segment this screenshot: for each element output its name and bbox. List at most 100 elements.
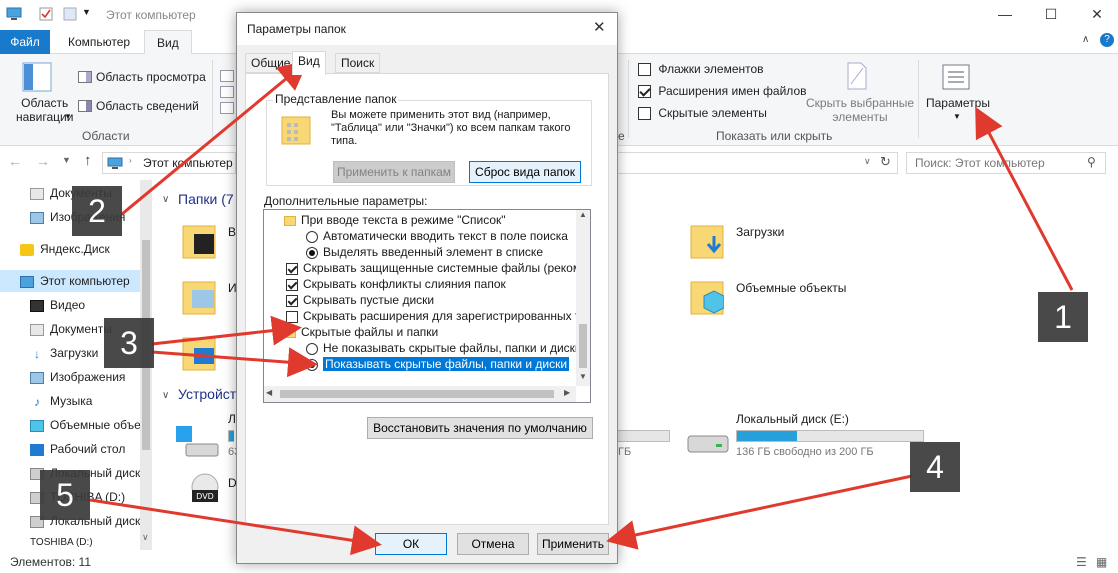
help-icon[interactable]: ? xyxy=(1100,33,1114,47)
search-input[interactable]: Поиск: Этот компьютер ⚲ xyxy=(906,152,1106,174)
sidebar-item-label: Видео xyxy=(50,298,86,312)
layout-icon[interactable] xyxy=(220,86,234,98)
refresh-icon[interactable]: ↻ xyxy=(880,154,891,170)
scrollbar-thumb[interactable] xyxy=(579,324,587,368)
checkbox-icon xyxy=(638,107,651,121)
show-hide-group-label: Показать или скрыть xyxy=(716,129,833,143)
sidebar-item-documents[interactable]: Документы xyxy=(30,318,112,340)
sidebar-item-this-pc[interactable]: Этот компьютер xyxy=(0,270,152,292)
sidebar-item-pictures[interactable]: Изображения xyxy=(30,366,125,388)
hide-selected-button[interactable]: Скрыть выбранные элементы xyxy=(806,96,914,124)
tab-view[interactable]: Вид xyxy=(292,51,326,75)
folder-label-3d-objects[interactable]: Объемные объекты xyxy=(736,281,846,295)
checkbox-icon[interactable] xyxy=(286,310,298,323)
folders-section-header[interactable]: Папки (7 xyxy=(178,191,234,207)
apply-button[interactable]: Применить xyxy=(537,533,609,555)
tree-radio-item[interactable]: Не показывать скрытые файлы, папки и дис… xyxy=(306,340,582,356)
address-dropdown-icon[interactable]: ∨ xyxy=(864,156,871,167)
layout-icon[interactable] xyxy=(220,102,234,114)
tab-computer[interactable]: Компьютер xyxy=(56,30,142,54)
checkbox-checked-icon[interactable] xyxy=(286,262,298,275)
scroll-right-icon[interactable]: ▶ xyxy=(564,388,570,397)
up-arrow-icon[interactable]: ↑ xyxy=(84,152,92,169)
ribbon-collapse-icon[interactable]: ∧ xyxy=(1082,34,1089,45)
tree-checkbox-item[interactable]: Скрывать пустые диски xyxy=(286,292,434,308)
downloads-folder-icon[interactable] xyxy=(690,220,724,260)
sidebar-item-video[interactable]: Видео xyxy=(30,294,85,316)
back-arrow-icon[interactable]: ← xyxy=(8,153,22,169)
file-extensions-checkbox[interactable]: Расширения имен файлов xyxy=(638,84,807,99)
scroll-down-icon[interactable]: ∨ xyxy=(142,532,149,543)
recent-dropdown-icon[interactable]: ▼ xyxy=(62,155,71,165)
3d-objects-folder-icon[interactable] xyxy=(690,276,725,316)
restore-defaults-button[interactable]: Восстановить значения по умолчанию xyxy=(367,417,593,439)
address-bar[interactable]: › Этот компьютер xyxy=(102,152,236,174)
minimize-button[interactable]: — xyxy=(990,6,1020,24)
options-button[interactable]: Параметры xyxy=(926,96,990,110)
desktop-folder-icon[interactable] xyxy=(182,332,216,372)
windows-drive-icon[interactable] xyxy=(174,424,222,465)
folder-views-description: Вы можете применить этот вид (например, … xyxy=(331,109,571,147)
qat-dropdown-icon[interactable]: ▼ xyxy=(82,7,98,21)
scroll-down-icon[interactable]: ▼ xyxy=(579,372,587,381)
tree-checkbox-item[interactable]: Скрывать защищенные системные файлы (рек… xyxy=(286,260,590,276)
pictures-folder-icon[interactable] xyxy=(182,276,216,316)
preview-pane-button[interactable]: Область просмотра xyxy=(96,70,206,84)
tree-scrollbar[interactable]: ▲ ▼ xyxy=(576,210,590,386)
tab-file[interactable]: Файл xyxy=(0,30,50,54)
tree-hscrollbar[interactable]: ◀ ▶ xyxy=(264,386,576,402)
tree-checkbox-item[interactable]: Скрывать конфликты слияния папок xyxy=(286,276,506,292)
chevron-down-icon[interactable]: ∨ xyxy=(162,390,169,401)
layout-icon[interactable] xyxy=(220,70,234,82)
drive-icon[interactable] xyxy=(686,432,730,459)
ok-button[interactable]: ОК xyxy=(375,533,447,555)
sidebar-item-yandex-disk[interactable]: Яндекс.Диск xyxy=(20,238,110,260)
tab-general[interactable]: Общие xyxy=(245,53,297,73)
reset-folders-button[interactable]: Сброс вида папок xyxy=(469,161,581,183)
scroll-left-icon[interactable]: ◀ xyxy=(266,388,272,397)
drive-label[interactable]: Л xyxy=(228,412,236,426)
new-folder-icon[interactable] xyxy=(62,7,78,21)
sidebar-item-toshiba[interactable]: TOSHIBA (D:) xyxy=(30,538,93,550)
apply-to-folders-button[interactable]: Применить к папкам xyxy=(333,161,455,183)
scroll-up-icon[interactable]: ▲ xyxy=(579,210,587,219)
close-window-button[interactable]: ✕ xyxy=(1082,6,1112,24)
devices-section-header[interactable]: Устройст xyxy=(178,386,236,402)
radio-checked-icon[interactable] xyxy=(306,246,318,259)
item-checkboxes-checkbox[interactable]: Флажки элементов xyxy=(638,62,764,77)
tab-search[interactable]: Поиск xyxy=(335,53,381,73)
tree-checkbox-item[interactable]: Скрывать расширения для зарегистрированн… xyxy=(286,308,590,324)
sidebar-item-desktop[interactable]: Рабочий стол xyxy=(30,438,125,460)
chevron-down-icon[interactable]: ∨ xyxy=(162,194,169,205)
dvd-drive-icon[interactable]: DVD xyxy=(188,472,222,509)
sidebar-item-3d-objects[interactable]: Объемные объекты xyxy=(30,414,140,436)
tree-radio-item-selected[interactable]: Показывать скрытые файлы, папки и диски xyxy=(306,356,570,372)
large-icons-view-icon[interactable]: ▦ xyxy=(1096,555,1107,569)
hidden-items-checkbox[interactable]: Скрытые элементы xyxy=(638,106,767,121)
checkbox-checked-icon[interactable] xyxy=(286,294,298,307)
details-pane-button[interactable]: Область сведений xyxy=(96,99,199,113)
maximize-button[interactable]: ☐ xyxy=(1036,6,1066,24)
tab-view[interactable]: Вид xyxy=(144,30,192,55)
breadcrumb-path[interactable]: Этот компьютер xyxy=(143,156,233,170)
tree-radio-item[interactable]: Автоматически вводить текст в поле поиск… xyxy=(306,228,568,244)
tree-radio-item[interactable]: Выделять введенный элемент в списке xyxy=(306,244,543,260)
folder-label-downloads[interactable]: Загрузки xyxy=(736,225,784,239)
videos-folder-icon[interactable] xyxy=(182,220,216,260)
radio-checked-icon[interactable] xyxy=(306,358,318,371)
address-bar-tail[interactable]: ∨ ↻ xyxy=(618,152,898,174)
radio-icon[interactable] xyxy=(306,342,318,355)
dialog-close-button[interactable]: ✕ xyxy=(593,18,606,36)
sidebar-item-music[interactable]: ♪ Музыка xyxy=(30,390,92,412)
scrollbar-thumb[interactable] xyxy=(280,390,554,398)
drive-e-label[interactable]: Локальный диск (E:) xyxy=(736,412,849,426)
desktop-icon xyxy=(30,443,44,456)
sidebar-item-downloads[interactable]: ↓ Загрузки xyxy=(30,342,98,364)
properties-icon[interactable] xyxy=(38,7,54,21)
forward-arrow-icon[interactable]: → xyxy=(36,153,50,169)
details-view-icon[interactable]: ☰ xyxy=(1076,555,1087,569)
radio-icon[interactable] xyxy=(306,230,318,243)
cancel-button[interactable]: Отмена xyxy=(457,533,529,555)
checkbox-checked-icon[interactable] xyxy=(286,278,298,291)
folder-label[interactable]: В xyxy=(228,225,236,239)
